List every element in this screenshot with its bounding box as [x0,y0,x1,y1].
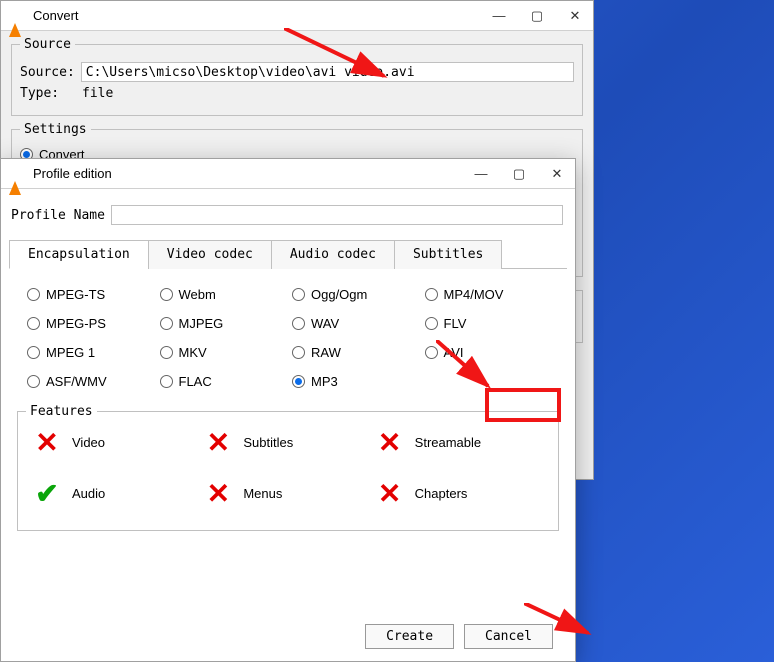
vlc-icon [9,166,25,182]
radio-mp4[interactable]: MP4/MOV [425,287,558,302]
minimize-button[interactable]: — [489,8,509,24]
maximize-button[interactable]: ▢ [527,8,547,24]
profile-window: Profile edition — ▢ ✕ Profile Name Encap… [0,158,576,662]
source-input[interactable] [81,62,574,82]
profile-name-label: Profile Name [11,208,105,223]
source-fieldset: Source Source: Type: file [11,37,583,116]
feature-chapters: ✕Chapters [375,477,546,510]
maximize-button[interactable]: ▢ [509,166,529,182]
type-label: Type: [20,86,76,101]
type-value: file [82,86,113,101]
settings-legend: Settings [20,122,91,137]
radio-mjpeg[interactable]: MJPEG [160,316,293,331]
x-icon: ✕ [375,477,405,510]
radio-mpeg-ps[interactable]: MPEG-PS [27,316,160,331]
x-icon: ✕ [203,426,233,459]
radio-mkv[interactable]: MKV [160,345,293,360]
profile-name-input[interactable] [111,205,563,225]
tabs: Encapsulation Video codec Audio codec Su… [9,239,567,269]
tab-video-codec[interactable]: Video codec [148,240,272,269]
feature-streamable: ✕Streamable [375,426,546,459]
feature-video: ✕Video [32,426,203,459]
tab-audio-codec[interactable]: Audio codec [271,240,395,269]
radio-wav[interactable]: WAV [292,316,425,331]
features-box: Features ✕Video ✕Subtitles ✕Streamable ✔… [17,411,559,531]
feature-subtitles: ✕Subtitles [203,426,374,459]
x-icon: ✕ [203,477,233,510]
x-icon: ✕ [375,426,405,459]
features-title: Features [26,404,97,419]
close-button[interactable]: ✕ [565,8,585,24]
x-icon: ✕ [32,426,62,459]
radio-raw[interactable]: RAW [292,345,425,360]
convert-titlebar[interactable]: Convert — ▢ ✕ [1,1,593,31]
convert-title: Convert [33,8,489,23]
create-button[interactable]: Create [365,624,454,649]
radio-flv[interactable]: FLV [425,316,558,331]
feature-menus: ✕Menus [203,477,374,510]
profile-titlebar[interactable]: Profile edition — ▢ ✕ [1,159,575,189]
tab-subtitles[interactable]: Subtitles [394,240,502,269]
radio-mp3[interactable]: MP3 [292,374,425,389]
encapsulation-grid: MPEG-TS Webm Ogg/Ogm MP4/MOV MPEG-PS MJP… [9,269,567,403]
radio-asf[interactable]: ASF/WMV [27,374,160,389]
profile-title: Profile edition [33,166,471,181]
minimize-button[interactable]: — [471,166,491,182]
radio-mpeg1[interactable]: MPEG 1 [27,345,160,360]
radio-webm[interactable]: Webm [160,287,293,302]
feature-audio: ✔Audio [32,477,203,510]
radio-avi[interactable]: AVI [425,345,558,360]
source-legend: Source [20,37,75,52]
close-button[interactable]: ✕ [547,166,567,182]
vlc-icon [9,8,25,24]
source-label: Source: [20,65,75,80]
radio-mpeg-ts[interactable]: MPEG-TS [27,287,160,302]
cancel-button[interactable]: Cancel [464,624,553,649]
tab-encapsulation[interactable]: Encapsulation [9,240,149,269]
check-icon: ✔ [32,477,62,510]
radio-ogg[interactable]: Ogg/Ogm [292,287,425,302]
radio-flac[interactable]: FLAC [160,374,293,389]
